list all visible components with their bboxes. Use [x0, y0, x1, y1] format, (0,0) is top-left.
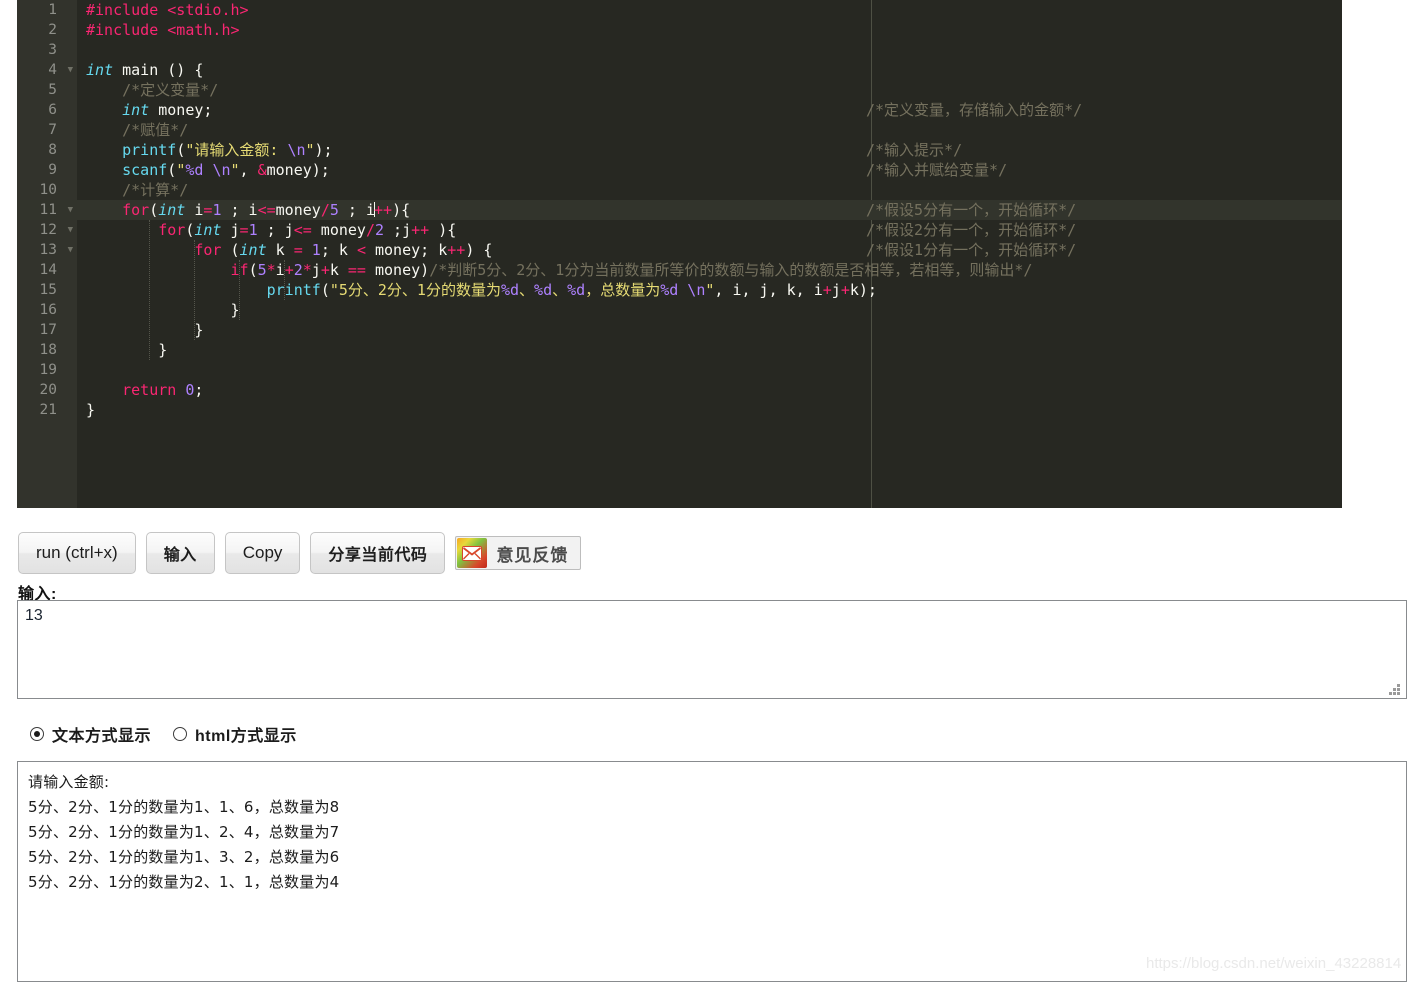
code-line[interactable]: printf("请输入金额: \n");/*输入提示*/	[77, 140, 1342, 160]
code-line[interactable]: }	[77, 300, 1342, 320]
code-line[interactable]: }	[77, 320, 1342, 340]
code-line[interactable]: printf("5分、2分、1分的数量为%d、%d、%d，总数量为%d \n",…	[77, 280, 1342, 300]
code-line[interactable]	[77, 40, 1342, 60]
side-comment: /*假设5分有一个，开始循环*/	[866, 201, 1077, 219]
editor-toolbar: run (ctrl+x) 输入 Copy 分享当前代码 意见反馈	[18, 532, 591, 574]
line-number[interactable]: 10	[17, 180, 77, 200]
line-number[interactable]: 9	[17, 160, 77, 180]
code-text-area[interactable]: #include <stdio.h> #include <math.h> int…	[77, 0, 1342, 508]
code-line[interactable]: }	[77, 400, 1342, 420]
output-line: 5分、2分、1分的数量为1、3、2，总数量为6	[28, 848, 340, 866]
line-number-gutter: 1 2 3 4▼ 5 6 7 8 9 10 11▼ 12▼ 13▼ 14 15 …	[17, 0, 77, 508]
fold-arrow-icon[interactable]: ▼	[68, 220, 73, 241]
radio-html-mode[interactable]	[173, 727, 188, 741]
code-editor[interactable]: 1 2 3 4▼ 5 6 7 8 9 10 11▼ 12▼ 13▼ 14 15 …	[17, 0, 1342, 508]
output-line: 5分、2分、1分的数量为1、2、4，总数量为7	[28, 823, 340, 841]
line-number[interactable]: 21	[17, 400, 77, 420]
fold-arrow-icon[interactable]: ▼	[68, 60, 73, 81]
output-line: 5分、2分、1分的数量为1、1、6，总数量为8	[28, 798, 340, 816]
code-line[interactable]: #include <math.h>	[77, 20, 1342, 40]
display-mode-radio-group: 文本方式显示 html方式显示	[30, 722, 319, 746]
output-line: 请输入金额:	[28, 773, 110, 791]
envelope-icon	[457, 538, 488, 568]
feedback-button[interactable]: 意见反馈	[455, 536, 582, 570]
line-number[interactable]: 4 ▼	[17, 60, 77, 80]
fold-arrow-icon[interactable]: ▼	[68, 240, 73, 261]
input-button[interactable]: 输入	[145, 532, 215, 574]
run-button[interactable]: run (ctrl+x)	[18, 532, 136, 574]
side-comment: /*输入提示*/	[866, 141, 963, 159]
stdin-input[interactable]	[17, 600, 1407, 699]
line-number[interactable]: 15	[17, 280, 77, 300]
radio-text-mode-label[interactable]: 文本方式显示	[52, 722, 151, 746]
feedback-label: 意见反馈	[496, 545, 569, 565]
code-line[interactable]: for (int k = 1; k < money; k++) {/*假设1分有…	[77, 240, 1342, 260]
line-number[interactable]: 2	[17, 20, 77, 40]
code-line[interactable]: for(int i=1 ; i<=money/5 ; i++){/*假设5分有一…	[77, 200, 1342, 220]
code-line[interactable]: /*赋值*/	[77, 120, 1342, 140]
line-number[interactable]: 16	[17, 300, 77, 320]
side-comment: /*假设2分有一个，开始循环*/	[866, 221, 1077, 239]
code-line[interactable]: if(5*i+2*j+k == money)/*判断5分、2分、1分为当前数量所…	[77, 260, 1342, 280]
radio-html-mode-label[interactable]: html方式显示	[195, 722, 297, 746]
line-number[interactable]: 20	[17, 380, 77, 400]
code-line[interactable]	[77, 360, 1342, 380]
line-number[interactable]: 8	[17, 140, 77, 160]
copy-button[interactable]: Copy	[224, 532, 301, 574]
output-line: 5分、2分、1分的数量为2、1、1，总数量为4	[28, 873, 340, 891]
radio-text-mode[interactable]	[30, 727, 44, 741]
code-line[interactable]: #include <stdio.h>	[77, 0, 1342, 20]
line-number[interactable]: 12 ▼	[17, 220, 77, 240]
line-number[interactable]: 19	[17, 360, 77, 380]
code-line[interactable]: int money;/*定义变量，存储输入的金额*/	[77, 100, 1342, 120]
code-line[interactable]: /*定义变量*/	[77, 80, 1342, 100]
side-comment: /*输入并赋给变量*/	[866, 161, 1008, 179]
line-number[interactable]: 6	[17, 100, 77, 120]
line-number[interactable]: 5	[17, 80, 77, 100]
code-line[interactable]: int main () {	[77, 60, 1342, 80]
line-number[interactable]: 14	[17, 260, 77, 280]
page-root: 1 2 3 4▼ 5 6 7 8 9 10 11▼ 12▼ 13▼ 14 15 …	[0, 0, 1424, 982]
line-number[interactable]: 1	[17, 0, 77, 20]
output-panel[interactable]: 请输入金额: 5分、2分、1分的数量为1、1、6，总数量为8 5分、2分、1分的…	[17, 761, 1407, 982]
side-comment: /*定义变量，存储输入的金额*/	[866, 101, 1083, 119]
code-line[interactable]: return 0;	[77, 380, 1342, 400]
code-line[interactable]: /*计算*/	[77, 180, 1342, 200]
code-line[interactable]: }	[77, 340, 1342, 360]
code-line[interactable]: for(int j=1 ; j<= money/2 ;j++ ){/*假设2分有…	[77, 220, 1342, 240]
line-number[interactable]: 17	[17, 320, 77, 340]
line-number[interactable]: 18	[17, 340, 77, 360]
line-number[interactable]: 7	[17, 120, 77, 140]
line-number[interactable]: 3	[17, 40, 77, 60]
share-code-button[interactable]: 分享当前代码	[310, 532, 446, 574]
code-line[interactable]: scanf("%d \n", &money);/*输入并赋给变量*/	[77, 160, 1342, 180]
line-number[interactable]: 13 ▼	[17, 240, 77, 260]
side-comment: /*假设1分有一个，开始循环*/	[866, 241, 1077, 259]
